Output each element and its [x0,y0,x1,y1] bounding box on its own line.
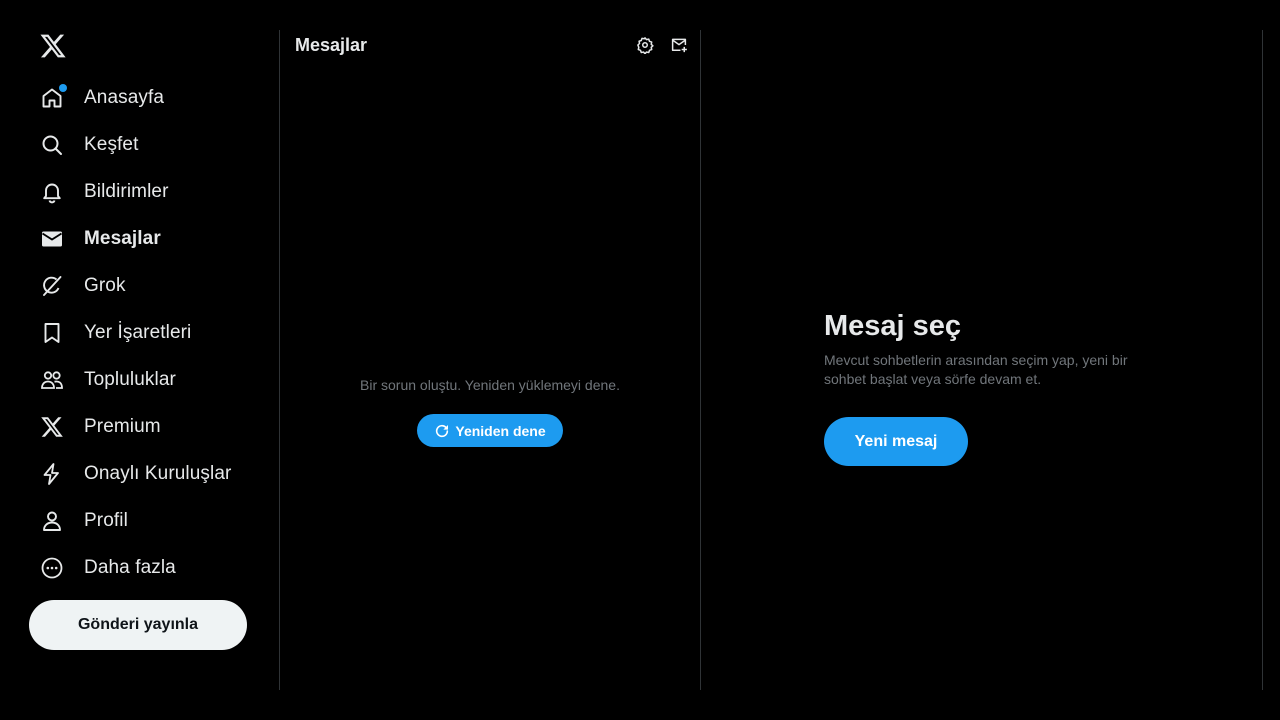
retry-button[interactable]: Yeniden dene [417,414,563,447]
nav-label-explore: Keşfet [84,133,139,155]
nav-item-profile[interactable]: Profil [28,497,268,544]
message-detail-empty: Mesaj seç Mevcut sohbetlerin arasından s… [824,310,1164,466]
divider-right [1262,30,1263,690]
page-title: Mesajlar [295,35,368,55]
grok-icon [40,274,64,298]
nav-label-verified-orgs: Onaylı Kuruluşlar [84,462,232,484]
x-logo-icon[interactable] [39,32,67,60]
messages-header-actions [636,36,688,54]
nav-item-grok[interactable]: Grok [28,262,268,309]
nav-item-messages[interactable]: Mesajlar [28,215,268,262]
main-nav: Anasayfa Keşfet Bildirimler Mesajlar Gro… [28,74,268,591]
settings-icon[interactable] [636,36,654,54]
messages-column: Mesajlar Bir sorun oluştu. Yeniden yükle… [280,0,700,720]
nav-label-communities: Topluluklar [84,368,176,390]
nav-item-communities[interactable]: Topluluklar [28,356,268,403]
sidebar: Anasayfa Keşfet Bildirimler Mesajlar Gro… [0,0,280,720]
envelope-icon [40,227,64,251]
home-icon [40,83,67,110]
detail-title: Mesaj seç [824,310,962,342]
nav-item-premium[interactable]: Premium [28,403,268,450]
more-circle-icon [40,556,64,580]
nav-item-bookmarks[interactable]: Yer İşaretleri [28,309,268,356]
nav-item-verified-orgs[interactable]: Onaylı Kuruluşlar [28,450,268,497]
new-message-button[interactable]: Yeni mesaj [824,417,968,466]
nav-label-notifications: Bildirimler [84,180,169,202]
bookmark-icon [40,321,64,345]
search-icon [40,133,64,157]
nav-label-bookmarks: Yer İşaretleri [84,321,192,343]
refresh-icon [434,423,450,439]
detail-subtitle: Mevcut sohbetlerin arasından seçim yap, … [824,352,1128,387]
nav-label-more: Daha fazla [84,556,176,578]
error-message: Bir sorun oluştu. Yeniden yüklemeyi dene… [360,377,620,393]
nav-item-notifications[interactable]: Bildirimler [28,168,268,215]
bell-icon [40,180,64,204]
retry-label: Yeniden dene [455,422,546,439]
nav-label-profile: Profil [84,509,128,531]
nav-label-premium: Premium [84,415,161,437]
notification-dot [59,83,67,92]
person-icon [40,509,64,533]
x-premium-icon [40,415,64,439]
communities-icon [40,368,64,392]
nav-item-more[interactable]: Daha fazla [28,544,268,591]
post-button[interactable]: Gönderi yayınla [29,600,247,650]
nav-item-home[interactable]: Anasayfa [28,74,268,121]
divider-middle [700,30,701,690]
nav-label-messages: Mesajlar [84,227,161,249]
nav-item-explore[interactable]: Keşfet [28,121,268,168]
nav-label-grok: Grok [84,274,126,296]
new-message-icon[interactable] [670,36,688,54]
lightning-icon [40,462,64,486]
nav-label-home: Anasayfa [84,86,165,108]
